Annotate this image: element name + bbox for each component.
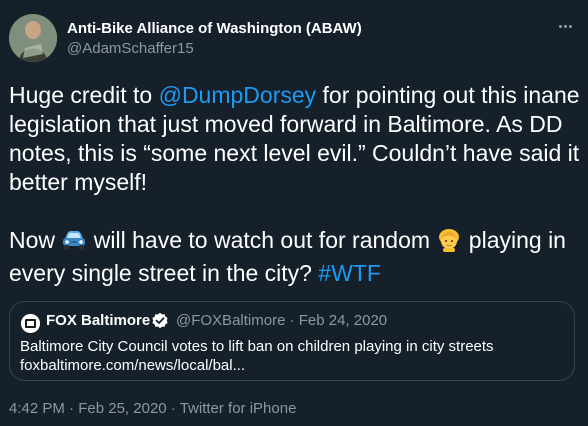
tweet-timestamp: 4:42 PM · Feb 25, 2020 · Twitter for iPh… (9, 400, 296, 417)
child-emoji-icon (437, 228, 461, 259)
quoted-tweet-text: Baltimore City Council votes to lift ban… (20, 337, 565, 375)
separator: · (64, 400, 79, 417)
tweet-paragraph: Huge credit to @DumpDorsey for pointing … (9, 81, 581, 197)
tweet-time[interactable]: 4:42 PM (9, 400, 65, 417)
tweet-source[interactable]: Twitter for iPhone (180, 400, 297, 417)
fox-baltimore-logo-icon (21, 314, 40, 333)
verified-badge-icon (151, 312, 169, 330)
quoted-tweet-card[interactable]: FOX Baltimore @FOXBaltimore · Feb 24, 20… (9, 301, 575, 381)
car-emoji-icon (62, 230, 86, 259)
separator: · (166, 400, 180, 417)
author-name[interactable]: Anti-Bike Alliance of Washington (ABAW) (67, 20, 362, 37)
tweet-date[interactable]: Feb 25, 2020 (78, 400, 166, 417)
tweet-text: Huge credit to @DumpDorsey for pointing … (9, 81, 581, 288)
author-avatar[interactable] (9, 14, 57, 62)
hashtag-link[interactable]: #WTF (318, 260, 381, 286)
author-handle[interactable]: @AdamSchaffer15 (67, 40, 194, 57)
quoted-author-name: FOX Baltimore (46, 312, 151, 329)
more-options-icon[interactable] (553, 18, 577, 34)
tweet-text-segment: Now (9, 227, 62, 253)
quoted-handle-date: @FOXBaltimore · Feb 24, 2020 (176, 312, 388, 329)
tweet-text-segment: will have to watch out for random (87, 227, 437, 253)
mention-link[interactable]: @DumpDorsey (159, 82, 317, 108)
tweet-text-segment: Huge credit to (9, 82, 159, 108)
quoted-link[interactable]: foxbaltimore.com/news/local/bal... (20, 356, 565, 375)
tweet-paragraph: Now will have to watch out for random pl… (9, 226, 581, 288)
quoted-headline: Baltimore City Council votes to lift ban… (20, 338, 494, 355)
